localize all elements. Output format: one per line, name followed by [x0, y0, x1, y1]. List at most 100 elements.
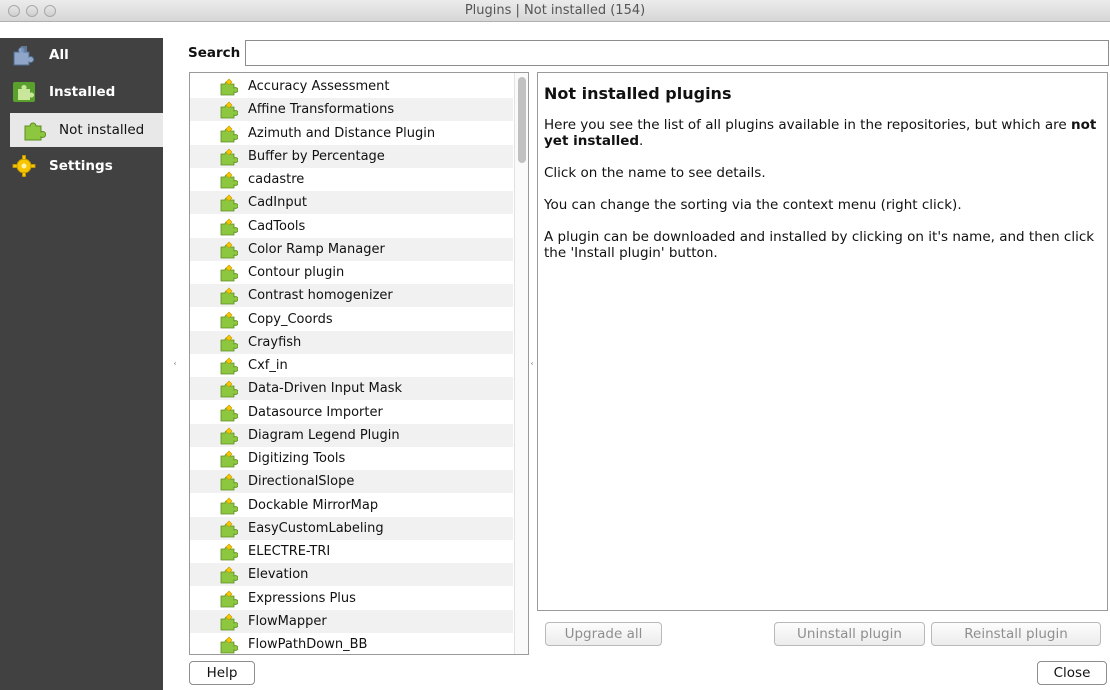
- plugin-name: CadInput: [248, 195, 307, 211]
- list-item[interactable]: Dockable MirrorMap: [190, 494, 513, 517]
- plugin-name: Azimuth and Distance Plugin: [248, 125, 436, 141]
- list-item[interactable]: FlowMapper: [190, 609, 513, 633]
- list-item[interactable]: Color Ramp Manager: [190, 237, 513, 261]
- list-item[interactable]: ELECTRE-TRI: [190, 540, 513, 563]
- plugin-puzzle-icon: [220, 78, 238, 96]
- list-item[interactable]: Data-Driven Input Mask: [190, 377, 513, 401]
- plugin-name: EasyCustomLabeling: [248, 520, 384, 536]
- details-paragraph-1: Here you see the list of all plugins ava…: [544, 117, 1097, 149]
- plugin-puzzle-icon: [220, 171, 238, 189]
- splitter-handle-right[interactable]: ˂: [530, 362, 534, 371]
- plugin-puzzle-icon: [220, 566, 238, 584]
- plugin-name: Diagram Legend Plugin: [248, 427, 400, 443]
- list-item[interactable]: Azimuth and Distance Plugin: [190, 122, 513, 145]
- list-item[interactable]: Cxf_in: [190, 354, 513, 377]
- sidebar: All Installed Not installed Settings: [0, 38, 163, 690]
- puzzle-green-icon: [13, 82, 35, 102]
- plugin-puzzle-icon: [220, 194, 238, 212]
- sidebar-item-all[interactable]: All: [0, 38, 163, 72]
- window-title: Plugins | Not installed (154): [464, 3, 646, 18]
- plugin-name: FlowMapper: [248, 613, 327, 629]
- plugin-name: Dockable MirrorMap: [248, 497, 379, 513]
- sidebar-item-label: Not installed: [59, 122, 145, 138]
- reinstall-plugin-button[interactable]: Reinstall plugin: [931, 622, 1101, 646]
- close-button[interactable]: Close: [1037, 661, 1107, 685]
- details-paragraph-3: You can change the sorting via the conte…: [544, 197, 962, 213]
- plugin-puzzle-icon: [220, 241, 238, 259]
- list-item[interactable]: Digitizing Tools: [190, 447, 513, 470]
- uninstall-plugin-button[interactable]: Uninstall plugin: [774, 622, 925, 646]
- plugin-puzzle-icon: [220, 450, 238, 468]
- plugin-name: Elevation: [248, 567, 309, 583]
- sidebar-item-label: All: [49, 47, 69, 63]
- plugin-puzzle-icon: [220, 613, 238, 631]
- list-item[interactable]: Expressions Plus: [190, 587, 513, 610]
- help-button[interactable]: Help: [189, 661, 255, 685]
- details-pane: Not installed plugins Here you see the l…: [537, 72, 1108, 611]
- plugin-puzzle-icon: [220, 590, 238, 607]
- list-item[interactable]: Elevation: [190, 563, 513, 587]
- list-item[interactable]: EasyCustomLabeling: [190, 516, 513, 540]
- plugin-name: Digitizing Tools: [248, 451, 346, 466]
- splitter-handle-left[interactable]: ˂: [173, 362, 177, 371]
- list-item[interactable]: Buffer by Percentage: [190, 144, 513, 168]
- plugin-puzzle-icon: [220, 287, 238, 305]
- sidebar-item-not-installed[interactable]: Not installed: [10, 113, 163, 147]
- search-input[interactable]: [245, 40, 1109, 66]
- list-item[interactable]: Contour plugin: [190, 261, 513, 284]
- puzzle-green-icon: [24, 122, 46, 141]
- plugin-list[interactable]: Accuracy Assessment Affine Transformation…: [189, 72, 529, 655]
- plugin-name: Contour plugin: [248, 265, 345, 280]
- plugin-puzzle-icon: [220, 497, 238, 514]
- plugin-name: Contrast homogenizer: [248, 288, 393, 304]
- sidebar-item-label: Settings: [49, 158, 113, 174]
- plugin-name: CadTools: [248, 218, 306, 234]
- list-item[interactable]: CadInput: [190, 191, 513, 215]
- plugin-puzzle-icon: [220, 357, 238, 375]
- plugin-puzzle-icon: [220, 473, 238, 491]
- plugin-puzzle-icon: [220, 148, 238, 166]
- list-item[interactable]: Accuracy Assessment: [190, 75, 513, 98]
- list-item[interactable]: CadTools: [190, 215, 513, 238]
- plugin-puzzle-icon: [220, 636, 238, 654]
- list-item[interactable]: Crayfish: [190, 330, 513, 354]
- gear-icon: [12, 155, 36, 177]
- plugin-puzzle-icon: [220, 380, 238, 398]
- plugin-puzzle-icon: [220, 334, 238, 352]
- list-item[interactable]: Diagram Legend Plugin: [190, 423, 513, 447]
- plugin-puzzle-icon: [220, 218, 238, 235]
- plugin-puzzle-icon: [220, 311, 238, 328]
- plugin-puzzle-icon: [220, 427, 238, 445]
- list-item[interactable]: Contrast homogenizer: [190, 284, 513, 308]
- sidebar-item-settings[interactable]: Settings: [0, 149, 163, 183]
- details-paragraph-2: Click on the name to see details.: [544, 165, 766, 181]
- plugin-name: FlowPathDown_BB: [248, 637, 368, 652]
- title-bar: Plugins | Not installed (154): [0, 0, 1110, 22]
- list-item[interactable]: FlowPathDown_BB: [190, 633, 513, 654]
- plugin-puzzle-icon: [220, 101, 238, 119]
- details-paragraph-4: A plugin can be downloaded and installed…: [544, 229, 1095, 261]
- list-item[interactable]: Affine Transformations: [190, 98, 513, 122]
- sidebar-item-installed[interactable]: Installed: [0, 75, 163, 109]
- plugin-name: Datasource Importer: [248, 404, 383, 420]
- puzzle-gray-icon: [13, 46, 35, 66]
- list-item[interactable]: cadastre: [190, 168, 513, 191]
- list-scrollbar[interactable]: [514, 73, 528, 654]
- list-item[interactable]: Copy_Coords: [190, 308, 513, 331]
- plugin-name: Accuracy Assessment: [248, 79, 390, 94]
- plugin-name: Copy_Coords: [248, 311, 333, 327]
- scrollbar-thumb[interactable]: [518, 77, 526, 163]
- plugin-name: Cxf_in: [248, 358, 288, 373]
- plugin-puzzle-icon: [220, 264, 238, 282]
- plugin-name: Data-Driven Input Mask: [248, 381, 403, 397]
- search-label: Search: [188, 45, 241, 61]
- list-item[interactable]: Datasource Importer: [190, 401, 513, 424]
- plugin-name: Color Ramp Manager: [248, 241, 385, 257]
- details-heading: Not installed plugins: [544, 84, 732, 103]
- upgrade-all-button[interactable]: Upgrade all: [545, 622, 662, 646]
- plugin-puzzle-icon: [220, 404, 238, 421]
- plugin-name: ELECTRE-TRI: [248, 544, 331, 559]
- plugin-name: cadastre: [248, 172, 305, 187]
- list-item[interactable]: DirectionalSlope: [190, 470, 513, 494]
- plugin-name: Affine Transformations: [248, 102, 395, 118]
